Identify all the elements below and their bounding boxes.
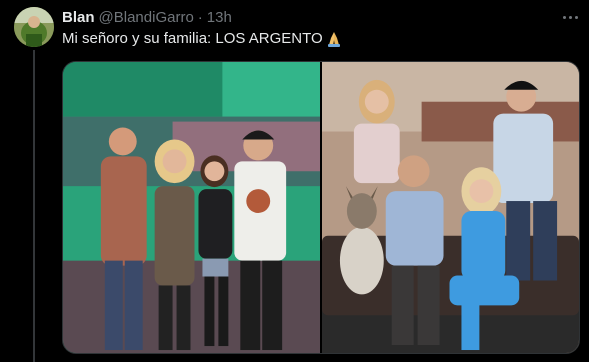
separator-dot: · [197,8,203,26]
tv-cast-photo-icon [322,62,579,353]
avatar[interactable] [14,7,54,47]
tweet-text: Mi señoro y su familia: LOS ARGENTO [62,30,343,48]
avatar-image [14,7,54,47]
thread-line [33,50,35,362]
author-name[interactable]: Blan [62,9,95,26]
more-options-icon[interactable] [558,7,582,27]
media-image-left[interactable] [63,62,320,353]
media-image-right[interactable] [322,62,579,353]
tweet-time[interactable]: 13h [207,9,232,26]
family-photo-studio-icon [63,62,320,353]
tweet-header: Blan @BlandiGarro · 13h [62,8,232,26]
tweet-media[interactable] [62,61,580,354]
folded-hands-icon [325,31,343,47]
tweet-text-content: Mi señoro y su familia: LOS ARGENTO [62,30,323,47]
author-handle[interactable]: @BlandiGarro [99,9,194,26]
